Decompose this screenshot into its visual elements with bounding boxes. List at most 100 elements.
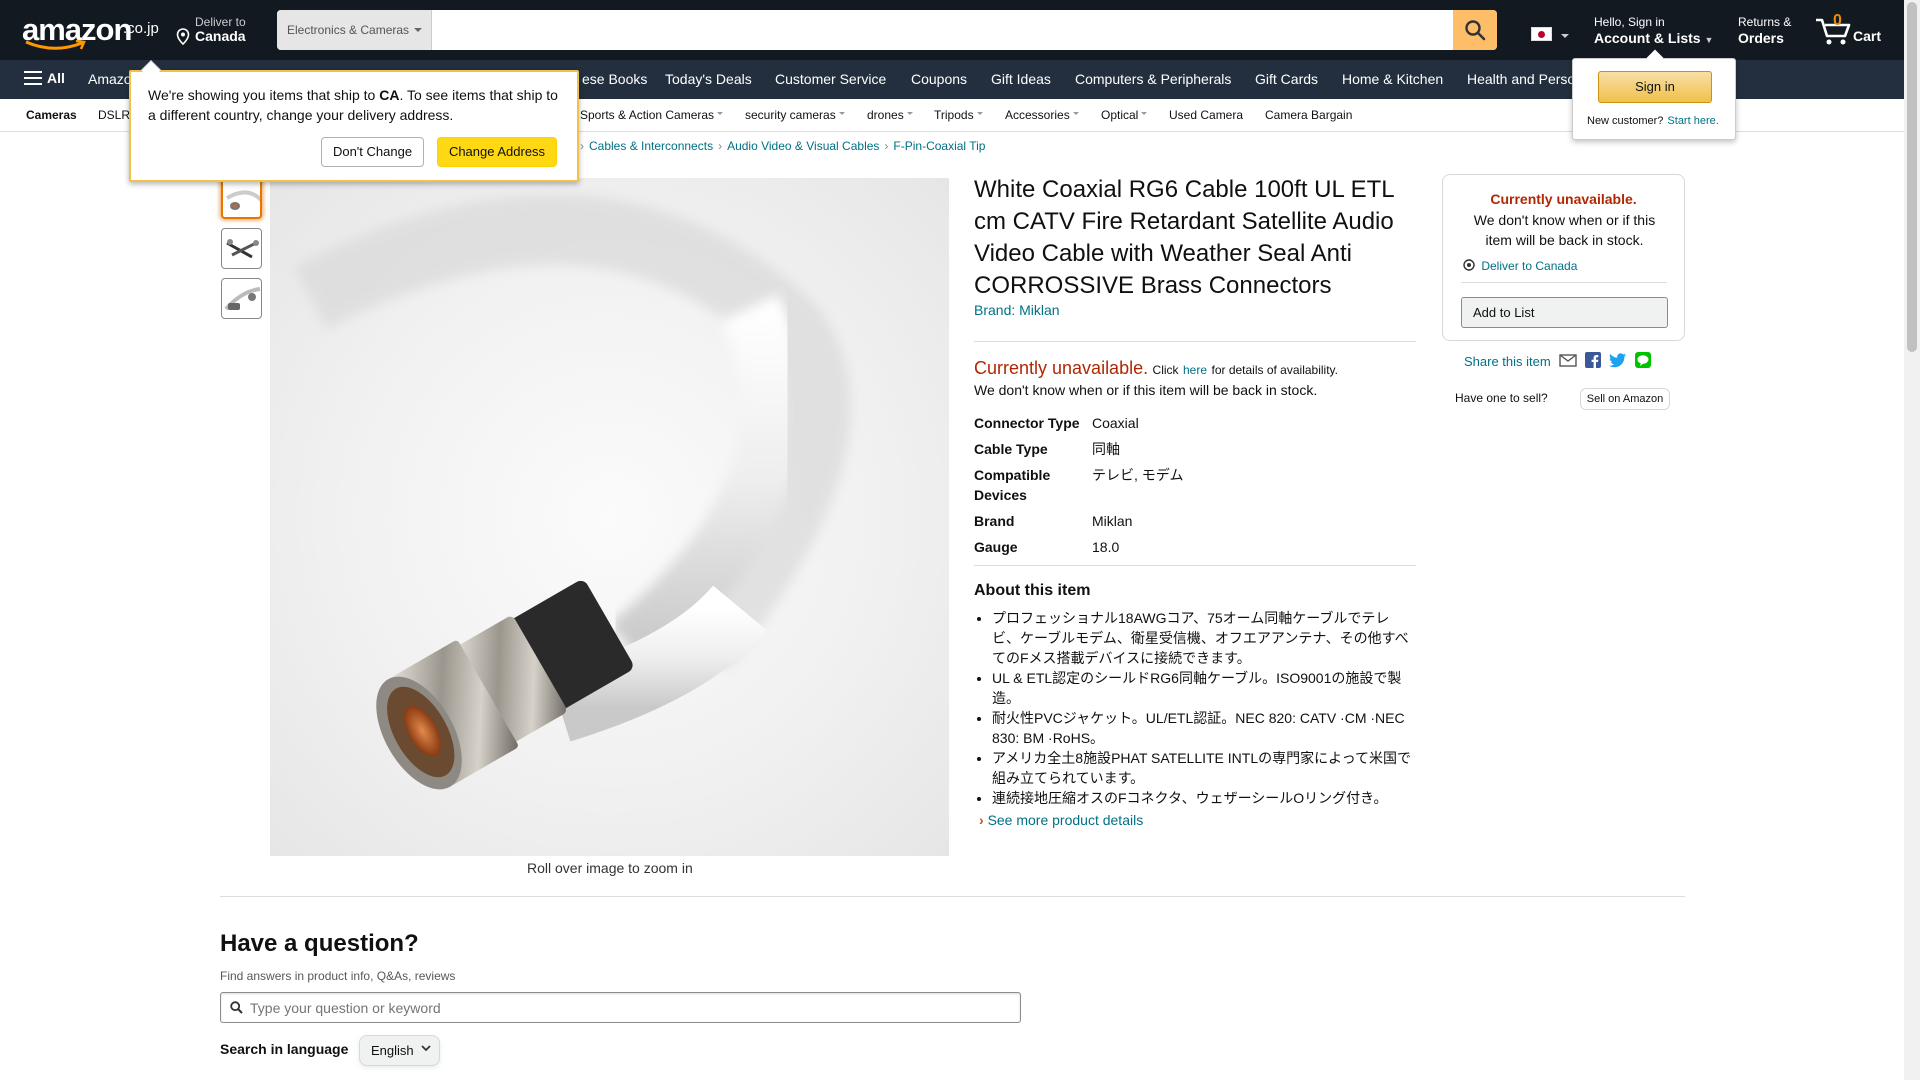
unavailable-text: Currently unavailable.	[974, 358, 1149, 378]
location-pin-icon	[1463, 259, 1475, 271]
all-menu-button[interactable]: All	[24, 70, 65, 86]
spec-value: Coaxial	[1092, 415, 1139, 431]
dont-change-button[interactable]: Don't Change	[321, 137, 424, 167]
subnav-item-drones[interactable]: drones	[867, 108, 913, 122]
section-divider	[220, 896, 1685, 897]
buybox-unavailable: Currently unavailable.	[1490, 191, 1637, 207]
returns-label: Returns &	[1738, 15, 1792, 29]
subnav-item-camera-bargain[interactable]: Camera Bargain	[1265, 108, 1352, 122]
search-button[interactable]	[1453, 10, 1497, 50]
nav-item-books[interactable]: ese Books	[582, 71, 647, 87]
start-here-link[interactable]: Start here.	[1667, 115, 1718, 127]
account-greeting: Hello, Sign in	[1594, 15, 1665, 29]
popover-message: We're showing you items that ship to CA.…	[148, 87, 558, 123]
spec-value: テレビ, モデム	[1092, 467, 1184, 483]
share-label[interactable]: Share this item	[1464, 354, 1551, 369]
hamburger-icon	[24, 71, 42, 85]
list-item: アメリカ全土8施設PHAT SATELLITE INTLの専門家によって米国で組…	[992, 748, 1416, 788]
new-customer-text: New customer? Start here.	[1587, 115, 1719, 127]
language-value: English	[371, 1043, 414, 1058]
search-icon	[1465, 20, 1486, 41]
zoom-hint: Roll over image to zoom in	[527, 860, 693, 876]
page-scrollbar[interactable]	[1904, 0, 1920, 1080]
sell-on-amazon-button[interactable]: Sell on Amazon	[1580, 388, 1670, 410]
all-label: All	[47, 70, 65, 86]
thumbnail-3[interactable]	[221, 278, 262, 319]
about-bullets: プロフェッショナル18AWGコア、75オーム同軸ケーブルでテレビ、ケーブルモデム…	[992, 608, 1416, 808]
breadcrumb-cables[interactable]: Cables & Interconnects	[589, 139, 713, 153]
search-language-label: Search in language	[220, 1041, 349, 1057]
sign-in-button[interactable]: Sign in	[1598, 71, 1712, 103]
cart-label: Cart	[1853, 28, 1882, 44]
nav-item-coupons[interactable]: Coupons	[911, 71, 967, 87]
nav-item-gift-cards[interactable]: Gift Cards	[1255, 71, 1318, 87]
smile-icon	[25, 40, 86, 50]
breadcrumb: › Cables & Interconnects › Audio Video & Vi…	[575, 139, 985, 153]
orders-label: Orders	[1738, 30, 1784, 46]
japan-flag-icon[interactable]	[1531, 27, 1552, 41]
subnav-item-accessories[interactable]: Accessories	[1005, 108, 1079, 122]
have-one-to-sell: Have one to sell?	[1455, 391, 1548, 405]
buybox-message: We don't know when or if this item will …	[1473, 212, 1656, 248]
change-address-button[interactable]: Change Address	[437, 137, 557, 167]
list-item: プロフェッショナル18AWGコア、75オーム同軸ケーブルでテレビ、ケーブルモデム…	[992, 608, 1416, 668]
spec-value: 同軸	[1092, 441, 1120, 457]
nav-item-home-kitchen[interactable]: Home & Kitchen	[1342, 71, 1443, 87]
caret-down-icon	[414, 28, 422, 36]
brand-link[interactable]: Brand: Miklan	[974, 302, 1060, 318]
chevron-down-icon	[421, 1045, 431, 1052]
spec-key: Cable Type	[974, 441, 1048, 457]
nav-item-customer-service[interactable]: Customer Service	[775, 71, 886, 87]
spec-key: Connector Type	[974, 415, 1080, 431]
subnav-item-security-cameras[interactable]: security cameras	[745, 108, 845, 122]
chevron-right-icon: ›	[979, 812, 984, 828]
see-more-link[interactable]: › See more product details	[979, 812, 1143, 828]
search-category-select[interactable]: Electronics & Cameras	[277, 10, 432, 50]
subnav-item-dslr[interactable]: DSLR	[98, 108, 130, 122]
subnav-item-cameras[interactable]: Cameras	[26, 108, 77, 122]
search-input[interactable]	[433, 10, 1433, 50]
divider	[974, 565, 1416, 566]
scrollbar-thumb[interactable]	[1907, 2, 1917, 352]
amazon-logo[interactable]: amazon .co.jp	[20, 12, 159, 50]
subnav-item-optical[interactable]: Optical	[1101, 108, 1148, 122]
thumbnail-2[interactable]	[221, 228, 262, 269]
nav-item-gift-ideas[interactable]: Gift Ideas	[991, 71, 1051, 87]
nav-item-health[interactable]: Health and Perso	[1467, 71, 1575, 87]
subnav-item-used-camera[interactable]: Used Camera	[1169, 108, 1243, 122]
location-pin-icon	[176, 28, 190, 50]
availability-line: Currently unavailable. Click here for de…	[974, 358, 1338, 379]
signin-flyout: Sign in New customer? Start here.	[1572, 49, 1736, 140]
language-caret-icon[interactable]	[1561, 34, 1569, 42]
facebook-icon[interactable]	[1584, 352, 1601, 371]
list-item: 耐火性PVCジャケット。UL/ETL認証。NEC 820: CATV ·CM ·…	[992, 708, 1416, 748]
add-to-list-button[interactable]: Add to List	[1461, 297, 1668, 328]
spec-value: 18.0	[1092, 539, 1120, 555]
details-text: for details of availability.	[1211, 363, 1338, 377]
email-icon[interactable]	[1559, 353, 1577, 370]
here-link[interactable]: here	[1183, 363, 1207, 377]
subnav-item-action-cameras[interactable]: Sports & Action Cameras	[580, 108, 724, 122]
line-icon[interactable]	[1634, 352, 1651, 371]
buybox-deliver[interactable]: Deliver to Canada	[1463, 259, 1577, 273]
main-product-image[interactable]	[270, 178, 949, 856]
question-subheading: Find answers in product info, Q&As, revi…	[220, 969, 456, 983]
divider	[974, 341, 1416, 342]
account-lists[interactable]: Hello, Sign in Account & Lists ▼	[1594, 15, 1713, 46]
twitter-icon[interactable]	[1608, 352, 1627, 371]
cart-button[interactable]: 0 Cart	[1814, 10, 1884, 50]
breadcrumb-fpin[interactable]: F-Pin-Coaxial Tip	[893, 139, 985, 153]
language-select[interactable]: English	[359, 1035, 440, 1066]
search-bar: Electronics & Cameras	[277, 10, 1497, 50]
returns-orders[interactable]: Returns & Orders	[1738, 15, 1791, 46]
deliver-link: Deliver to Canada	[1481, 259, 1578, 273]
thumbnail-1[interactable]	[221, 178, 262, 219]
divider	[1461, 282, 1667, 283]
product-title: White Coaxial RG6 Cable 100ft UL ETL cm …	[974, 176, 1394, 299]
buy-box: Currently unavailable. We don't know whe…	[1442, 174, 1685, 341]
subnav-item-tripods[interactable]: Tripods	[934, 108, 983, 122]
nav-item-todays-deals[interactable]: Today's Deals	[665, 71, 752, 87]
breadcrumb-av-cables[interactable]: Audio Video & Visual Cables	[727, 139, 879, 153]
question-input[interactable]	[250, 993, 1010, 1022]
nav-item-computers[interactable]: Computers & Peripherals	[1075, 71, 1231, 87]
